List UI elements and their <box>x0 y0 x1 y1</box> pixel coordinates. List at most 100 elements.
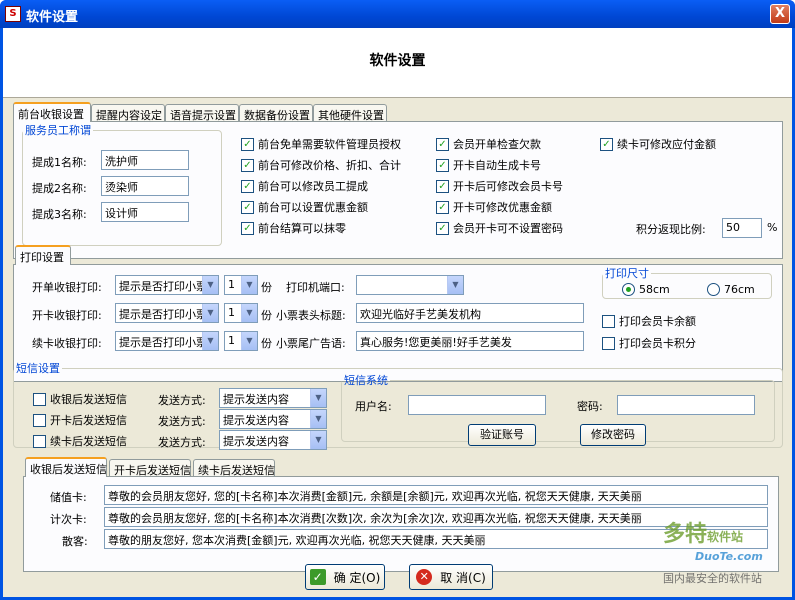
sms-system-legend: 短信系统 <box>344 374 388 387</box>
title-bar[interactable]: S 软件设置 X <box>0 0 795 28</box>
checkbox-unchecked-icon <box>602 314 615 328</box>
opt-card-discount[interactable]: ✓ 开卡可修改优惠金额 <box>436 199 552 215</box>
printer-port-select[interactable]: ▼ <box>356 275 464 295</box>
sms-pwd-label: 密码: <box>577 400 603 413</box>
checkbox-unchecked-icon <box>33 413 46 427</box>
staff-input-1[interactable]: 洗护师 <box>101 150 189 170</box>
print-copies-select-1[interactable]: 1 ▼ <box>224 275 258 295</box>
opt-free-order-auth[interactable]: ✓ 前台免单需要软件管理员授权 <box>241 136 401 152</box>
sms-method-select-2[interactable]: 提示发送内容 ▼ <box>219 409 327 429</box>
tab-print-settings[interactable]: 打印设置 <box>15 245 71 265</box>
sms-method-label-3: 发送方式: <box>158 436 206 449</box>
checkbox-checked-icon: ✓ <box>600 137 613 151</box>
chevron-down-icon: ▼ <box>202 276 218 294</box>
verify-account-button[interactable]: 验证账号 <box>468 424 536 446</box>
cancel-button[interactable]: ✕ 取 消(C) <box>409 564 493 590</box>
chevron-down-icon: ▼ <box>241 332 257 350</box>
tab-voice[interactable]: 语音提示设置 <box>165 104 239 122</box>
opt-sms-after-open-card[interactable]: 开卡后发送短信 <box>33 412 127 428</box>
opt-print-balance[interactable]: 打印会员卡余额 <box>602 313 696 329</box>
tab-backup[interactable]: 数据备份设置 <box>239 104 313 122</box>
opt-print-points[interactable]: 打印会员卡积分 <box>602 335 696 351</box>
sms-method-label-1: 发送方式: <box>158 394 206 407</box>
client-area: 软件设置 前台收银设置 提醒内容设定 语音提示设置 数据备份设置 其他硬件设置 … <box>3 28 792 597</box>
sms-user-input[interactable] <box>408 395 546 415</box>
staff-input-2[interactable]: 烫染师 <box>101 176 189 196</box>
checkbox-checked-icon: ✓ <box>241 137 254 151</box>
print-mode-select-1[interactable]: 提示是否打印小票 ▼ <box>115 275 219 295</box>
opt-modify-price[interactable]: ✓ 前台可修改价格、折扣、合计 <box>241 157 401 173</box>
opt-modify-card-no[interactable]: ✓ 开卡后可修改会员卡号 <box>436 178 563 194</box>
print-copies-select-3[interactable]: 1 ▼ <box>224 331 258 351</box>
print-row-label-1: 开单收银打印: <box>32 281 102 294</box>
watermark-slogan: 国内最安全的软件站 <box>663 572 762 585</box>
print-mode-select-3[interactable]: 提示是否打印小票 ▼ <box>115 331 219 351</box>
window: S 软件设置 X 软件设置 前台收银设置 提醒内容设定 语音提示设置 数据备份设… <box>0 0 795 600</box>
watermark-brand: 多特软件站 <box>663 522 744 547</box>
tab-sms-renew[interactable]: 续卡后发送短信 <box>193 459 275 477</box>
sms-method-select-1[interactable]: 提示发送内容 ▼ <box>219 388 327 408</box>
tab-panel-front-cashier: 服务员工称谓 提成1名称: 洗护师 提成2名称: 烫染师 提成3名称: 设计师 … <box>13 121 783 259</box>
sms-method-label-2: 发送方式: <box>158 415 206 428</box>
receipt-title-label: 小票表头标题: <box>276 309 346 322</box>
window-title: 软件设置 <box>26 10 79 25</box>
template-input-stored[interactable]: 尊敬的会员朋友您好, 您的[卡名称]本次消费[金额]元, 余额是[余额]元, 欢… <box>104 485 768 505</box>
opt-auto-card-no[interactable]: ✓ 开卡自动生成卡号 <box>436 157 541 173</box>
checkbox-unchecked-icon <box>602 336 615 350</box>
tab-sms-open-card[interactable]: 开卡后发送短信 <box>109 459 191 477</box>
tab-front-cashier[interactable]: 前台收银设置 <box>13 102 91 122</box>
sms-user-label: 用户名: <box>355 400 392 413</box>
radio-selected-icon <box>622 283 635 296</box>
staff-label-2: 提成2名称: <box>32 182 87 195</box>
checkbox-checked-icon: ✓ <box>436 179 449 193</box>
staff-input-3[interactable]: 设计师 <box>101 202 189 222</box>
opt-round-off[interactable]: ✓ 前台结算可以抹零 <box>241 220 346 236</box>
print-row-label-2: 开卡收银打印: <box>32 309 102 322</box>
template-label-walkin: 散客: <box>62 535 88 548</box>
print-size-legend: 打印尺寸 <box>605 267 649 280</box>
sms-legend: 短信设置 <box>16 362 60 375</box>
ratio-label: 积分返现比例: <box>636 223 706 236</box>
opt-set-discount[interactable]: ✓ 前台可以设置优惠金额 <box>241 199 368 215</box>
tab-sms-cashier[interactable]: 收银后发送短信 <box>25 457 107 477</box>
opt-sms-after-cashier[interactable]: 收银后发送短信 <box>33 391 127 407</box>
print-copies-unit-1: 份 <box>261 281 272 294</box>
tab-reminder[interactable]: 提醒内容设定 <box>91 104 165 122</box>
opt-renew-payable[interactable]: ✓ 续卡可修改应付金额 <box>600 136 716 152</box>
radio-58cm[interactable]: 58cm <box>622 283 670 296</box>
checkbox-checked-icon: ✓ <box>436 221 449 235</box>
checkbox-checked-icon: ✓ <box>241 158 254 172</box>
checkbox-checked-icon: ✓ <box>436 200 449 214</box>
tab-hardware[interactable]: 其他硬件设置 <box>313 104 387 122</box>
check-icon: ✓ <box>309 569 326 585</box>
print-copies-select-2[interactable]: 1 ▼ <box>224 303 258 323</box>
chevron-down-icon: ▼ <box>202 304 218 322</box>
printer-port-label: 打印机端口: <box>286 281 345 294</box>
ratio-input[interactable]: 50 <box>722 218 762 238</box>
opt-sms-after-renew[interactable]: 续卡后发送短信 <box>33 433 127 449</box>
chevron-down-icon: ▼ <box>202 332 218 350</box>
opt-check-arrears[interactable]: ✓ 会员开单检查欠款 <box>436 136 541 152</box>
chevron-down-icon: ▼ <box>241 304 257 322</box>
staff-label-1: 提成1名称: <box>32 156 87 169</box>
chevron-down-icon: ▼ <box>447 276 463 294</box>
receipt-ad-input[interactable]: 真心服务!您更美丽!好手艺美发 <box>356 331 584 351</box>
staff-label-3: 提成3名称: <box>32 208 87 221</box>
sms-pwd-input[interactable] <box>617 395 755 415</box>
receipt-title-input[interactable]: 欢迎光临好手艺美发机构 <box>356 303 584 323</box>
sms-method-select-3[interactable]: 提示发送内容 ▼ <box>219 430 327 450</box>
checkbox-checked-icon: ✓ <box>241 179 254 193</box>
opt-no-password[interactable]: ✓ 会员开卡可不设置密码 <box>436 220 563 236</box>
radio-unselected-icon <box>707 283 720 296</box>
ok-button[interactable]: ✓ 确 定(O) <box>305 564 385 590</box>
radio-76cm[interactable]: 76cm <box>707 283 755 296</box>
close-button[interactable]: X <box>770 4 790 24</box>
change-password-button[interactable]: 修改密码 <box>580 424 646 446</box>
header: 软件设置 <box>3 28 792 98</box>
checkbox-checked-icon: ✓ <box>436 137 449 151</box>
print-copies-unit-2: 份 <box>261 309 272 322</box>
print-mode-select-2[interactable]: 提示是否打印小票 ▼ <box>115 303 219 323</box>
opt-modify-commission[interactable]: ✓ 前台可以修改员工提成 <box>241 178 368 194</box>
print-row-label-3: 续卡收银打印: <box>32 337 102 350</box>
checkbox-unchecked-icon <box>33 392 46 406</box>
